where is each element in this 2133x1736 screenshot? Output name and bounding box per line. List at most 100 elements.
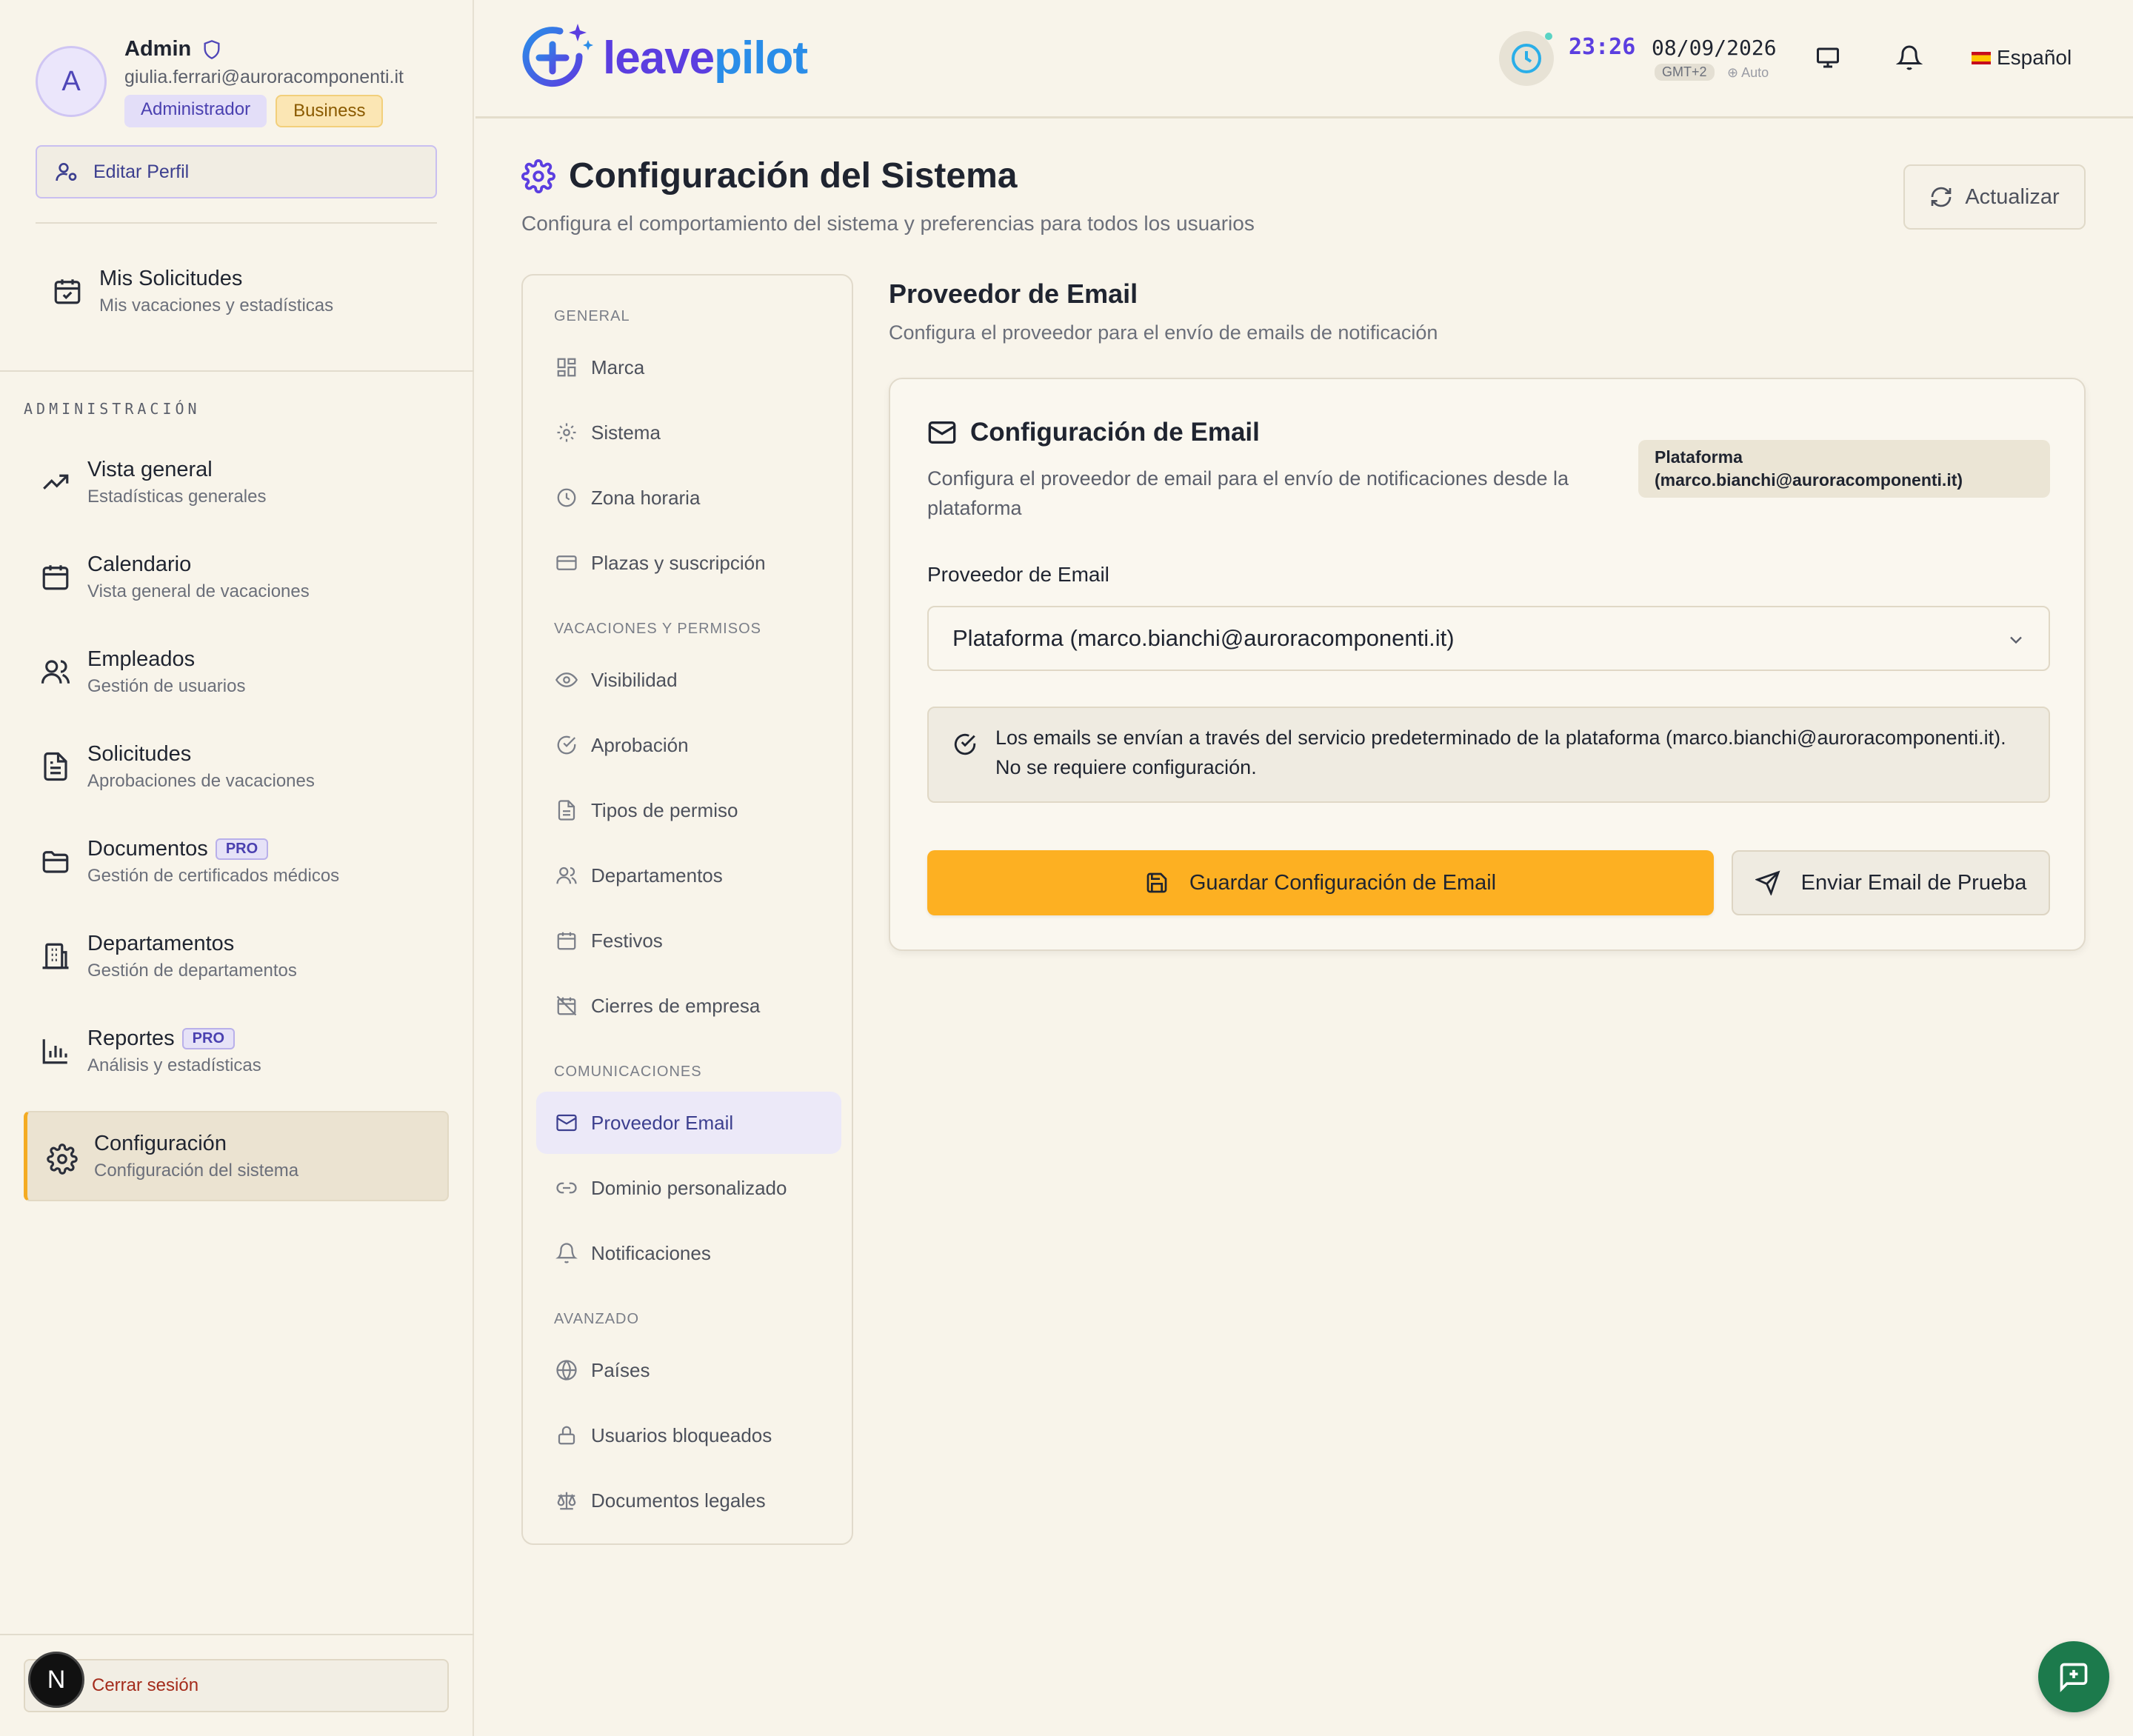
gear-icon: [521, 158, 555, 193]
settings-item-label: Dominio personalizado: [591, 1176, 787, 1199]
page-title-text: Configuración del Sistema: [569, 156, 1018, 196]
sidebar-item-sublabel: Gestión de departamentos: [87, 961, 297, 981]
feedback-chat-button[interactable]: [2038, 1641, 2109, 1712]
link-icon: [556, 1182, 577, 1194]
sidebar: A Admin giulia.ferrari@auroracomponenti.…: [0, 0, 474, 1736]
settings-item-email-provider[interactable]: Proveedor Email: [536, 1092, 841, 1154]
gear-icon: [557, 423, 576, 442]
sidebar-item-documents[interactable]: Documentos PRO Gestión de certificados méd…: [24, 824, 449, 918]
calendar-icon: [42, 565, 69, 590]
sidebar-item-sublabel: Gestión de usuarios: [87, 676, 246, 696]
settings-item-closures[interactable]: Cierres de empresa: [536, 975, 841, 1037]
credit-card-icon: [556, 555, 577, 570]
clock-icon: [557, 488, 576, 507]
language-selector[interactable]: Español: [1972, 46, 2072, 70]
save-email-config-button[interactable]: Guardar Configuración de Email: [927, 850, 1714, 915]
settings-item-timezone[interactable]: Zona horaria: [536, 467, 841, 529]
logout-button[interactable]: Cerrar sesión: [24, 1659, 449, 1712]
card-title: Configuración de Email: [927, 418, 1260, 447]
divider: [36, 222, 437, 224]
page-title: Configuración del Sistema: [521, 156, 1017, 196]
settings-item-departments[interactable]: Departamentos: [536, 844, 841, 907]
avatar[interactable]: A: [36, 46, 107, 117]
top-bar: leavepilot 23:26 08/09/2026 GMT+2 ⊕ Auto…: [475, 0, 2133, 118]
settings-item-label: Proveedor Email: [591, 1111, 734, 1134]
sidebar-item-overview[interactable]: Vista general Estadísticas generales: [24, 444, 449, 539]
refresh-label: Actualizar: [1965, 184, 2060, 209]
app-logo[interactable]: leavepilot: [521, 21, 808, 95]
settings-item-notifications[interactable]: Notificaciones: [536, 1222, 841, 1284]
monitor-icon[interactable]: [1815, 44, 1841, 71]
calendar-check-icon: [54, 279, 81, 304]
edit-profile-button[interactable]: Editar Perfil: [36, 145, 437, 198]
page-subtitle: Configura el comportamiento del sistema …: [521, 212, 1255, 235]
sidebar-item-label: Vista general: [87, 458, 213, 481]
settings-item-label: Plazas y suscripción: [591, 551, 766, 574]
email-provider-select[interactable]: Plataforma (marco.bianchi@auroracomponen…: [927, 606, 2050, 671]
settings-item-label: Visibilidad: [591, 668, 678, 691]
check-circle-icon: [557, 735, 576, 755]
bell-icon: [555, 1243, 578, 1263]
settings-item-approval[interactable]: Aprobación: [536, 714, 841, 776]
settings-section-advanced: AVANZADO: [554, 1311, 640, 1327]
card-description: Configura el proveedor de email para el …: [927, 467, 1569, 519]
settings-item-label: Cierres de empresa: [591, 994, 761, 1017]
refresh-button[interactable]: Actualizar: [1903, 164, 2086, 230]
logo-plus-sparkle-icon: [522, 24, 593, 87]
sidebar-item-sublabel: Análisis y estadísticas: [87, 1055, 261, 1075]
provider-field-label: Proveedor de Email: [927, 563, 1109, 586]
settings-item-visibility[interactable]: Visibilidad: [536, 649, 841, 711]
provider-info-box: Los emails se envían a través del servic…: [927, 707, 2050, 803]
dev-tools-avatar[interactable]: N: [28, 1652, 84, 1708]
sidebar-item-my-requests[interactable]: Mis Solicitudes Mis vacaciones y estadís…: [52, 267, 333, 316]
send-test-email-button[interactable]: Enviar Email de Prueba: [1732, 850, 2050, 915]
role-badge: Administrador: [124, 95, 267, 127]
sidebar-item-sublabel: Gestión de certificados médicos: [87, 866, 340, 886]
current-provider-badge: Plataforma (marco.bianchi@auroracomponen…: [1638, 440, 2050, 498]
clock-widget[interactable]: [1499, 31, 1558, 86]
settings-item-custom-domain[interactable]: Dominio personalizado: [536, 1157, 841, 1219]
folder-icon: [42, 851, 69, 873]
sidebar-item-requests[interactable]: Solicitudes Aprobaciones de vacaciones: [24, 729, 449, 824]
settings-item-system[interactable]: Sistema: [536, 401, 841, 464]
profile-email: giulia.ferrari@auroracomponenti.it: [124, 67, 404, 87]
settings-item-seats[interactable]: Plazas y suscripción: [536, 532, 841, 594]
sidebar-item-calendar[interactable]: Calendario Vista general de vacaciones: [24, 539, 449, 634]
test-label: Enviar Email de Prueba: [1800, 870, 2027, 895]
settings-nav: GENERAL Marca Sistema Zona horaria Plaza…: [521, 274, 853, 1545]
sidebar-item-reports[interactable]: Reportes PRO Análisis y estadísticas: [24, 1013, 449, 1108]
profile-name: Admin: [124, 37, 192, 61]
sidebar-item-sublabel: Configuración del sistema: [94, 1161, 299, 1181]
sidebar-item-settings[interactable]: Configuración Configuración del sistema: [24, 1111, 449, 1201]
shield-icon: [204, 39, 220, 59]
sidebar-item-label: Mis Solicitudes: [99, 267, 243, 290]
trending-up-icon: [43, 474, 69, 490]
app-root: A Admin giulia.ferrari@auroracomponenti.…: [0, 0, 2133, 1736]
send-icon: [1755, 870, 1780, 895]
email-provider-selected: Plataforma (marco.bianchi@auroracomponen…: [952, 625, 1455, 651]
settings-item-blocked-users[interactable]: Usuarios bloqueados: [536, 1404, 841, 1466]
divider: [0, 1634, 474, 1635]
timezone-mode: ⊕ Auto: [1727, 65, 1769, 80]
sidebar-item-employees[interactable]: Empleados Gestión de usuarios: [24, 634, 449, 729]
spain-flag-icon: [1972, 51, 1991, 64]
sidebar-item-label: Empleados: [87, 647, 196, 671]
settings-item-legal-docs[interactable]: Documentos legales: [536, 1469, 841, 1532]
mail-icon: [556, 1114, 577, 1132]
sidebar-item-title-row: Reportes PRO: [87, 1026, 261, 1051]
profile-name-row: Admin: [124, 37, 222, 61]
settings-item-countries[interactable]: Países: [536, 1339, 841, 1401]
logo-leave: leave: [603, 32, 715, 84]
settings-item-label: Tipos de permiso: [591, 798, 738, 821]
settings-item-label: Sistema: [591, 421, 661, 444]
settings-item-brand[interactable]: Marca: [536, 336, 841, 398]
section-subtitle: Configura el proveedor para el envío de …: [889, 321, 1438, 344]
settings-item-holidays[interactable]: Festivos: [536, 909, 841, 972]
settings-section-leave: VACACIONES Y PERMISOS: [554, 621, 761, 637]
sidebar-item-sublabel: Estadísticas generales: [87, 487, 267, 507]
sidebar-item-departments[interactable]: Departamentos Gestión de departamentos: [24, 918, 449, 1013]
layout-grid-icon: [557, 358, 576, 377]
settings-item-leave-types[interactable]: Tipos de permiso: [536, 779, 841, 841]
sidebar-item-sublabel: Mis vacaciones y estadísticas: [99, 296, 334, 316]
bell-icon[interactable]: [1896, 44, 1923, 71]
